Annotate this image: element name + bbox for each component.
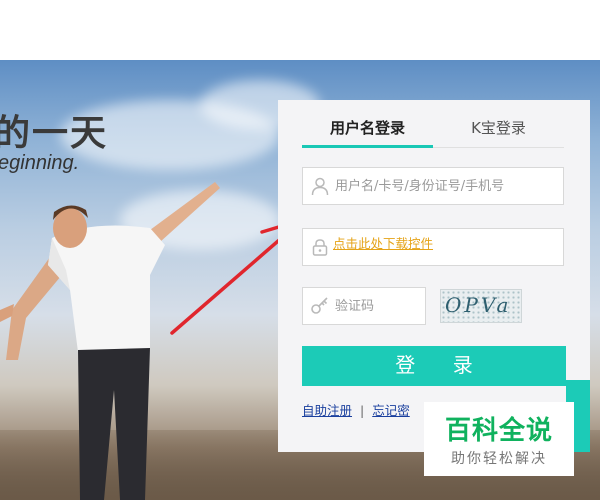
username-field[interactable]	[302, 167, 564, 205]
captcha-input[interactable]	[335, 288, 421, 324]
username-input[interactable]	[335, 168, 559, 204]
watermark-logo: 百科全说 助你轻松解决	[424, 402, 574, 476]
watermark-subtitle: 助你轻松解决	[451, 451, 547, 467]
password-field[interactable]: 点击此处下载控件	[302, 228, 564, 266]
link-separator: |	[360, 403, 365, 418]
login-panel: 用户名登录 K宝登录 点击此处下载控件 OPVa 登 录 自助注册 | 忘记密	[278, 100, 590, 452]
forgot-password-link[interactable]: 忘记密	[372, 403, 410, 418]
login-button[interactable]: 登 录	[302, 346, 566, 386]
watermark-title: 百科全说	[444, 416, 553, 446]
key-icon	[311, 297, 328, 314]
captcha-image[interactable]: OPVa	[440, 289, 522, 323]
tab-kbao-login[interactable]: K宝登录	[433, 110, 564, 148]
top-bar	[0, 0, 600, 60]
user-icon	[311, 177, 329, 196]
captcha-text: OPVa	[445, 293, 512, 317]
lock-icon	[312, 239, 328, 256]
login-tabs: 用户名登录 K宝登录	[302, 110, 564, 148]
tab-username-login[interactable]: 用户名登录	[302, 110, 433, 148]
person-illustration	[0, 182, 220, 500]
download-plugin-link[interactable]: 点击此处下载控件	[333, 233, 433, 252]
self-register-link[interactable]: 自助注册	[302, 403, 352, 418]
captcha-field[interactable]	[302, 287, 426, 325]
auxiliary-links: 自助注册 | 忘记密	[302, 400, 410, 418]
